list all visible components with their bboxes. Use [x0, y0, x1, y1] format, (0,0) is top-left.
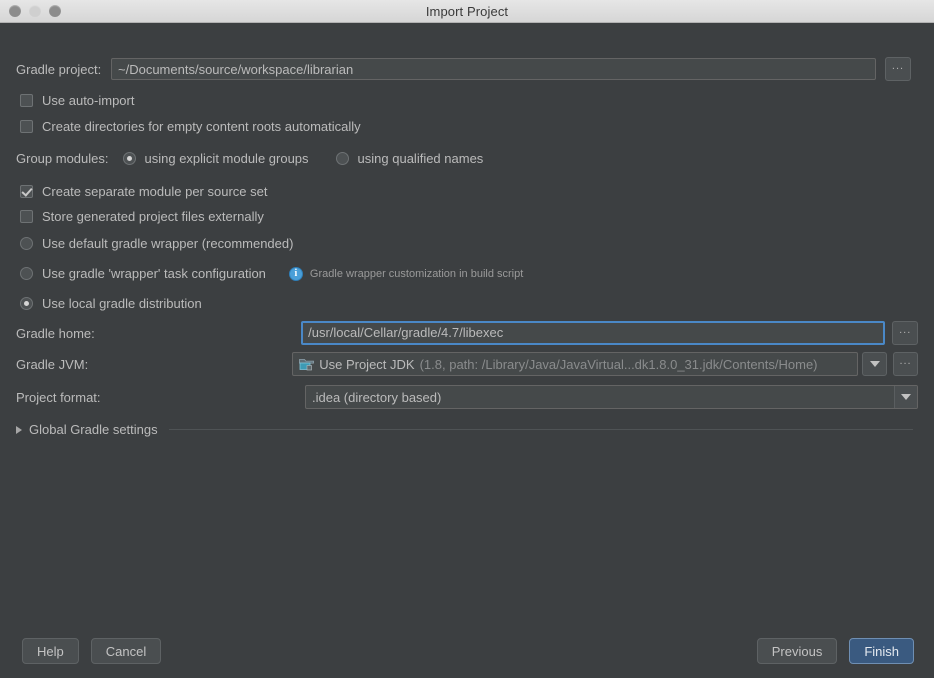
store-generated-externally-label: Store generated project files externally — [42, 209, 264, 224]
group-modules-qualified-label: using qualified names — [357, 151, 484, 166]
use-auto-import-label: Use auto-import — [42, 93, 135, 108]
gradle-jvm-detail-text: (1.8, path: /Library/Java/JavaVirtual...… — [419, 356, 818, 372]
gradle-jvm-row: Gradle JVM: Use Project JDK (1.8, path: … — [16, 352, 918, 376]
window-titlebar: Import Project — [0, 0, 934, 23]
help-button[interactable]: Help — [22, 638, 79, 664]
gradle-home-row: Gradle home: /usr/local/Cellar/gradle/4.… — [16, 321, 918, 345]
close-button[interactable] — [9, 5, 21, 17]
wrapper-task-label: Use gradle 'wrapper' task configuration — [42, 266, 266, 281]
local-distribution-row[interactable]: Use local gradle distribution — [20, 296, 202, 311]
chevron-down-icon — [901, 394, 911, 400]
use-auto-import-row[interactable]: Use auto-import — [20, 93, 134, 108]
use-auto-import-checkbox[interactable] — [20, 94, 33, 107]
gradle-home-browse-button[interactable]: ... — [892, 321, 918, 345]
store-generated-externally-checkbox[interactable] — [20, 210, 33, 223]
minimize-button[interactable] — [29, 5, 41, 17]
chevron-down-icon — [869, 361, 880, 367]
project-format-row: Project format: .idea (directory based) — [16, 385, 918, 409]
project-format-arrow-button[interactable] — [894, 386, 917, 408]
cancel-button[interactable]: Cancel — [90, 638, 162, 664]
gradle-jvm-dropdown[interactable]: Use Project JDK (1.8, path: /Library/Jav… — [292, 352, 859, 376]
group-modules-label: Group modules: — [16, 151, 109, 166]
gradle-jvm-label: Gradle JVM: — [16, 356, 89, 372]
info-icon: i — [288, 266, 303, 281]
create-directories-label: Create directories for empty content roo… — [42, 119, 361, 134]
chevron-right-icon — [16, 425, 22, 434]
import-project-dialog: Gradle project: ~/Documents/source/works… — [0, 23, 934, 678]
create-separate-module-row[interactable]: Create separate module per source set — [20, 184, 267, 199]
create-separate-module-checkbox[interactable] — [20, 185, 33, 198]
wrapper-task-radio[interactable] — [20, 267, 33, 280]
wrapper-task-row[interactable]: Use gradle 'wrapper' task configuration … — [20, 266, 523, 281]
project-format-value: .idea (directory based) — [312, 389, 442, 405]
gradle-jvm-value: Use Project JDK (1.8, path: /Library/Jav… — [293, 357, 857, 372]
group-modules-explicit-label: using explicit module groups — [144, 151, 309, 166]
wrapper-hint-text: Gradle wrapper customization in build sc… — [309, 267, 524, 280]
traffic-light-group — [0, 5, 61, 17]
dialog-buttons-left: Help Cancel — [22, 638, 162, 664]
create-directories-checkbox[interactable] — [20, 120, 33, 133]
group-modules-qualified-radio[interactable] — [335, 152, 349, 165]
gradle-jvm-main-text: Use Project JDK — [319, 356, 415, 372]
gradle-project-browse-button[interactable]: ... — [885, 57, 911, 81]
group-modules-row: Group modules: using explicit module gro… — [16, 151, 483, 166]
local-distribution-label: Use local gradle distribution — [42, 296, 202, 311]
project-format-label: Project format: — [16, 389, 101, 405]
gradle-jvm-browse-button[interactable]: ... — [893, 352, 918, 376]
default-wrapper-label: Use default gradle wrapper (recommended) — [42, 236, 294, 251]
project-format-dropdown[interactable]: .idea (directory based) — [305, 385, 918, 409]
gradle-home-input[interactable]: /usr/local/Cellar/gradle/4.7/libexec — [301, 321, 886, 345]
gradle-project-row: Gradle project: ~/Documents/source/works… — [16, 57, 918, 81]
zoom-button[interactable] — [49, 5, 61, 17]
local-distribution-radio[interactable] — [20, 297, 33, 310]
jdk-folder-icon — [299, 358, 315, 371]
section-divider — [168, 429, 913, 430]
create-separate-module-label: Create separate module per source set — [42, 184, 268, 199]
store-generated-externally-row[interactable]: Store generated project files externally — [20, 209, 264, 224]
global-gradle-settings-section[interactable]: Global Gradle settings — [16, 422, 913, 437]
dialog-buttons-right: Previous Finish — [756, 638, 914, 664]
default-wrapper-radio[interactable] — [20, 237, 33, 250]
group-modules-explicit-radio[interactable] — [122, 152, 136, 165]
gradle-project-label: Gradle project: — [16, 61, 102, 77]
default-wrapper-row[interactable]: Use default gradle wrapper (recommended) — [20, 236, 293, 251]
finish-button[interactable]: Finish — [849, 638, 914, 664]
previous-button[interactable]: Previous — [756, 638, 838, 664]
create-directories-row[interactable]: Create directories for empty content roo… — [20, 119, 361, 134]
gradle-jvm-dropdown-arrow-button[interactable] — [862, 352, 888, 376]
gradle-home-label: Gradle home: — [16, 325, 95, 341]
global-gradle-settings-label: Global Gradle settings — [29, 422, 158, 437]
window-title: Import Project — [425, 3, 509, 19]
gradle-project-input[interactable]: ~/Documents/source/workspace/librarian — [111, 58, 876, 80]
